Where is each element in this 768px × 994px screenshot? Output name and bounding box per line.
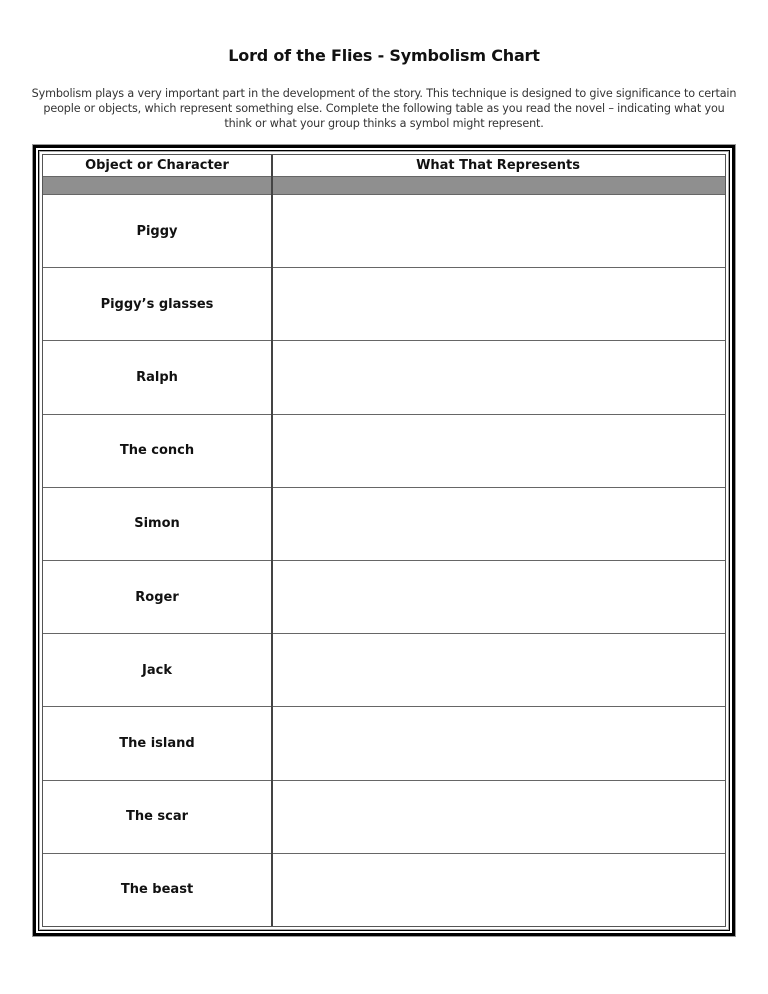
table-row: The beast (43, 854, 725, 926)
row-item: Piggy’s glasses (100, 296, 214, 312)
table-row: The island (43, 707, 725, 781)
table-row: Piggy’s glasses (43, 268, 725, 342)
row-represents-cell[interactable] (271, 781, 725, 853)
table-row: Jack (43, 634, 725, 708)
table-header-row: Object or Character What That Represents (43, 155, 725, 176)
row-item: Jack (142, 662, 172, 678)
header-what-that-represents: What That Represents (416, 158, 580, 173)
row-item: Simon (134, 516, 180, 532)
row-item: Roger (135, 589, 179, 605)
intro-paragraph: Symbolism plays a very important part in… (31, 87, 737, 130)
table-row: Ralph (43, 341, 725, 415)
header-shaded-band (43, 176, 725, 195)
table-row: Piggy (43, 195, 725, 269)
table-row: Simon (43, 488, 725, 562)
table-row: The conch (43, 415, 725, 488)
page-title: Lord of the Flies - Symbolism Chart (228, 46, 540, 65)
row-represents-cell[interactable] (271, 268, 725, 340)
row-represents-cell[interactable] (271, 561, 725, 633)
row-item: The island (119, 736, 195, 752)
row-item: The conch (119, 443, 195, 459)
row-represents-cell[interactable] (271, 488, 725, 560)
table-row: The scar (43, 781, 725, 854)
row-represents-cell[interactable] (271, 195, 725, 267)
row-item: The scar (125, 809, 189, 825)
row-represents-cell[interactable] (271, 707, 725, 779)
row-item: Ralph (136, 370, 178, 385)
row-represents-cell[interactable] (271, 341, 725, 413)
symbolism-table: Object or Character What That Represents… (42, 154, 726, 927)
row-item: Piggy (136, 223, 178, 239)
header-object-or-character: Object or Character (85, 158, 229, 173)
row-represents-cell[interactable] (271, 415, 725, 487)
row-represents-cell[interactable] (271, 854, 725, 926)
row-represents-cell[interactable] (271, 634, 725, 706)
row-item: The beast (120, 882, 194, 898)
table-body: Piggy Piggy’s glasses Ralph The conch Si… (43, 195, 725, 926)
table-row: Roger (43, 561, 725, 635)
column-divider (271, 155, 273, 926)
